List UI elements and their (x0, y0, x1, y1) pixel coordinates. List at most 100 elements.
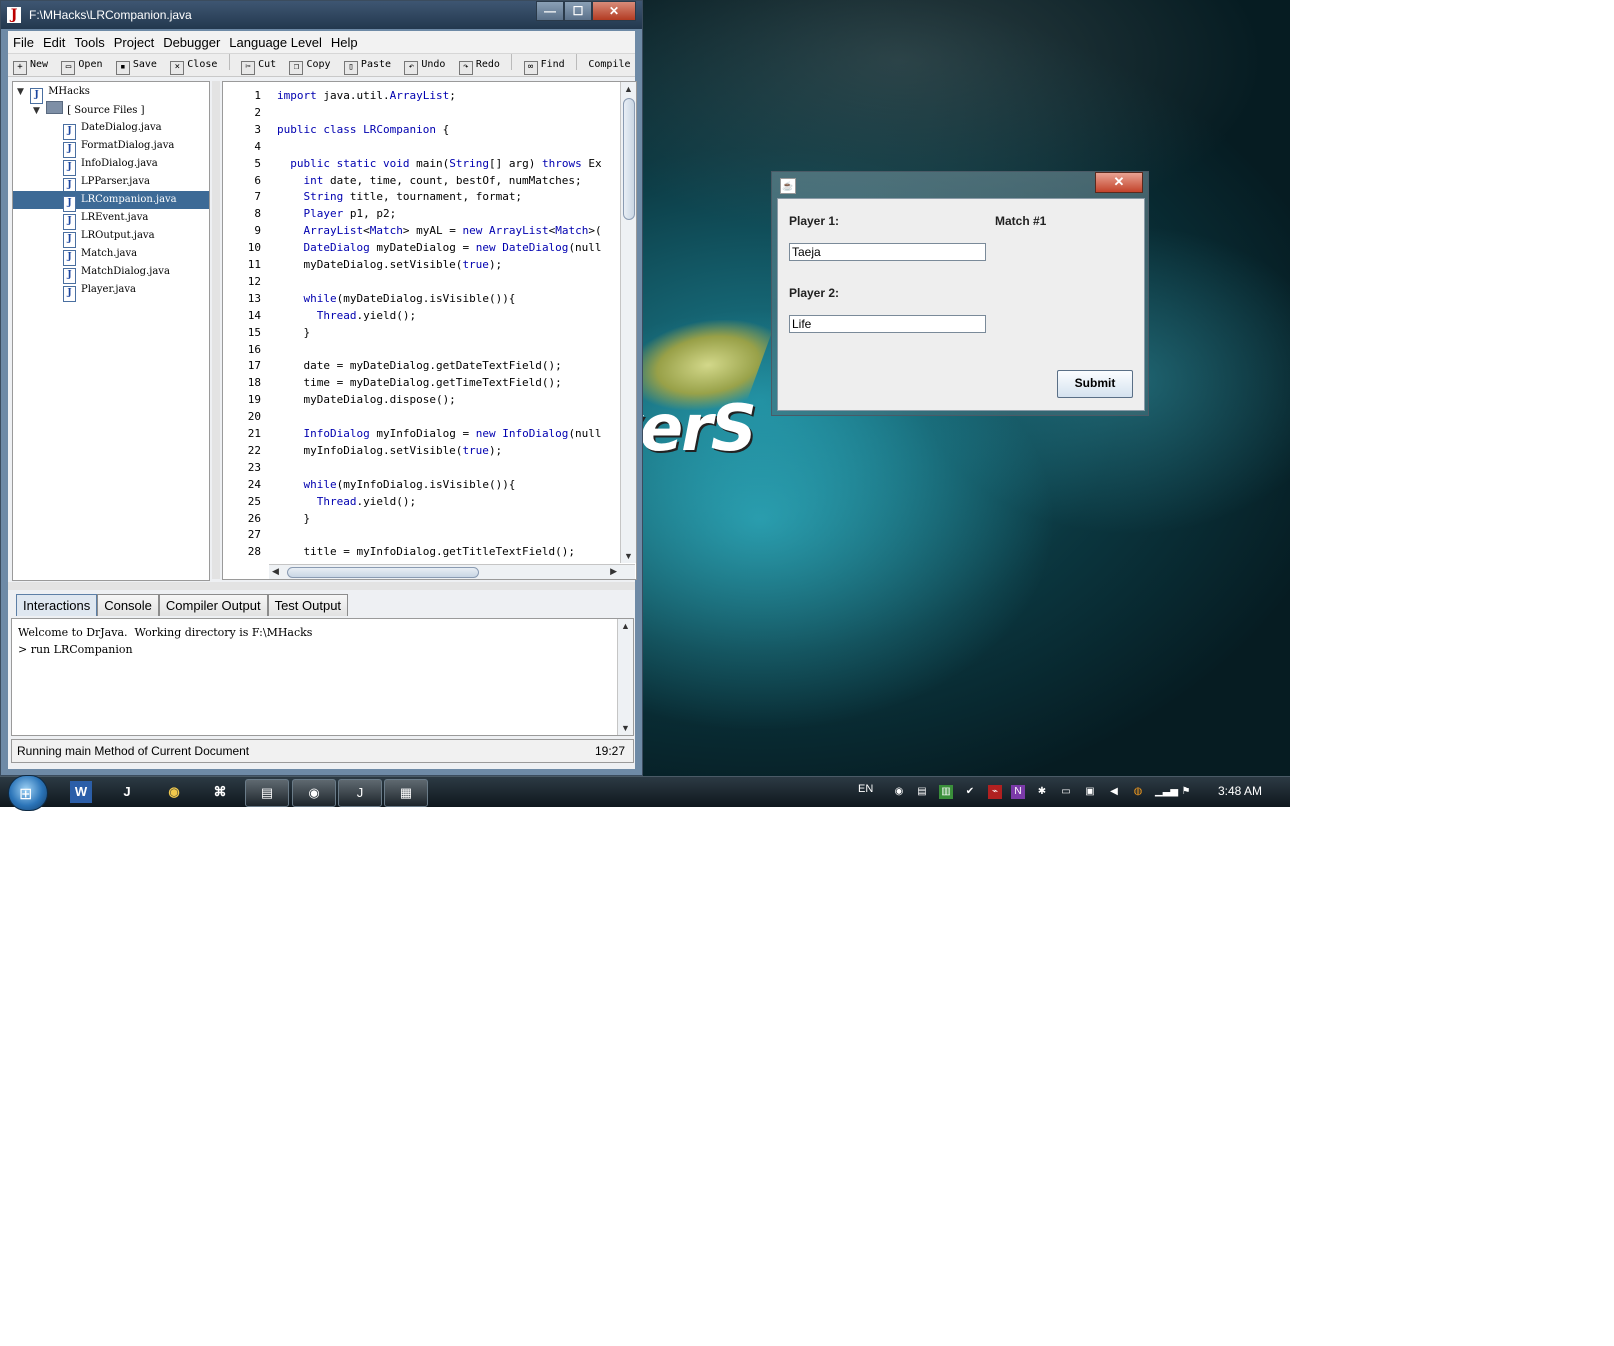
scroll-thumb[interactable] (287, 567, 479, 578)
line-number: 23 (247, 460, 261, 474)
tree-file[interactable]: J DateDialog.java (13, 119, 209, 140)
submit-button[interactable]: Submit (1057, 370, 1133, 398)
paste-button[interactable]: ▯ Paste (339, 55, 396, 75)
cut-button[interactable]: ✂ Cut (236, 55, 281, 75)
tab-test-output[interactable]: Test Output (267, 594, 349, 616)
save-button[interactable]: ▪ Save (111, 55, 162, 75)
action-center-flag-icon[interactable]: ⚑ (1179, 785, 1193, 799)
scroll-right-arrow-icon[interactable]: ▶ (610, 566, 617, 577)
scroll-thumb[interactable] (623, 98, 635, 220)
tree-source-files-folder[interactable]: ▼ [ Source Files ] (13, 101, 209, 119)
project-tree: ▼ J MHacks ▼ [ Source Files ] J DateDialog… (12, 81, 210, 581)
open-button[interactable]: ▭ Open (56, 55, 107, 75)
tree-root-mhacks[interactable]: ▼ J MHacks (13, 83, 209, 104)
monitor-tray-icon[interactable]: ▭ (1059, 785, 1073, 799)
editor-horizontal-scrollbar[interactable]: ◀ ▶ (269, 564, 635, 579)
maximize-button[interactable]: ☐ (564, 1, 592, 21)
menu-language-level[interactable]: Language Level (224, 31, 326, 50)
tree-file[interactable]: J Match.java (13, 245, 209, 266)
taskbar: ⊞ W J ◉ ⌘ ▤ ◉ J ▦ EN ◉ ▤ ▥ ✔ ⌁ N ✱ ▭ ▣ ◀… (0, 775, 1290, 811)
line-number: 21 (247, 427, 261, 440)
undo-button[interactable]: ↶ Undo (399, 55, 450, 75)
tree-file-selected[interactable]: J LRCompanion.java (13, 191, 209, 212)
find-button[interactable]: ∞ Find (519, 55, 570, 75)
start-button[interactable]: ⊞ (8, 775, 48, 811)
horizontal-split-handle[interactable] (8, 582, 635, 590)
acrobat-tray-icon[interactable]: ⌁ (988, 785, 1002, 799)
drjava-window: J F:\MHacks\LRCompanion.java — ☐ ✕ File E… (0, 0, 643, 776)
tree-file[interactable]: J InfoDialog.java (13, 155, 209, 176)
new-button[interactable]: + New (8, 55, 53, 75)
code-text-area[interactable]: import java.util.ArrayList; public class … (277, 82, 621, 563)
editor-vertical-scrollbar[interactable]: ▲ ▼ (620, 82, 636, 563)
onenote-tray-icon[interactable]: N (1011, 785, 1025, 799)
interactions-scrollbar[interactable]: ▲ ▼ (617, 619, 633, 735)
tree-file[interactable]: J MatchDialog.java (13, 263, 209, 284)
chrome-task-button[interactable]: ◉ (292, 779, 336, 807)
code-line: myDateDialog.setVisible(true); (277, 258, 503, 271)
java-app-task-button[interactable]: ▦ (384, 779, 428, 807)
copy-button[interactable]: ❐ Copy (284, 55, 335, 75)
tree-file[interactable]: J LROutput.java (13, 227, 209, 248)
volume-icon[interactable]: ◀ (1107, 785, 1121, 799)
scroll-down-arrow-icon[interactable]: ▼ (624, 551, 633, 561)
expand-arrow-icon[interactable]: ▼ (17, 83, 27, 101)
word-icon[interactable]: W (70, 781, 92, 803)
menu-tools[interactable]: Tools (69, 31, 108, 50)
code-editor[interactable]: 1 2 3 4 5 6 7 8 9 10 11 12 13 14 15 16 17 18 19 20 21 22 23 24 2… (222, 81, 637, 580)
line-number: 19 (247, 393, 261, 407)
tree-file[interactable]: J LREvent.java (13, 209, 209, 230)
vertical-split-handle[interactable] (212, 81, 220, 579)
menu-edit[interactable]: Edit (38, 31, 69, 50)
code-line: public static void main(String[] arg) th… (290, 156, 602, 170)
security-tray-icon[interactable]: ✔ (963, 785, 977, 799)
player2-input[interactable] (789, 315, 986, 333)
dialog-close-button[interactable]: ✕ (1095, 172, 1143, 193)
scroll-left-arrow-icon[interactable]: ◀ (272, 566, 279, 577)
menu-help[interactable]: Help (326, 31, 362, 50)
expand-arrow-icon[interactable]: ▼ (33, 102, 43, 120)
player1-input[interactable] (789, 243, 986, 261)
line-number: 2 (254, 105, 261, 119)
minimize-button[interactable]: — (536, 1, 564, 21)
starcraft-icon[interactable]: ⌘ (209, 781, 231, 803)
device-tray-icon[interactable]: ▣ (1083, 785, 1097, 799)
interactions-pane[interactable]: Welcome to DrJava. Working directory is … (11, 618, 634, 736)
chrome-tray-icon[interactable]: ◉ (892, 785, 906, 799)
scroll-up-arrow-icon[interactable]: ▲ (621, 621, 630, 631)
drjava-task-button[interactable]: J (338, 779, 382, 807)
update-tray-icon[interactable]: ◍ (1131, 785, 1145, 799)
tab-compiler-output[interactable]: Compiler Output (158, 594, 268, 616)
open-folder-icon: ▭ (61, 61, 76, 75)
menu-debugger[interactable]: Debugger (158, 31, 224, 50)
drjava-title-bar[interactable]: J F:\MHacks\LRCompanion.java — ☐ ✕ (1, 1, 642, 29)
line-number: 26 (247, 511, 261, 525)
scroll-up-arrow-icon[interactable]: ▲ (624, 84, 633, 94)
menu-file[interactable]: File (8, 31, 38, 50)
tool-tray-icon[interactable]: ✱ (1035, 785, 1049, 799)
redo-button[interactable]: ↷ Redo (454, 55, 505, 75)
scroll-down-arrow-icon[interactable]: ▼ (621, 723, 630, 733)
interactions-line: Welcome to DrJava. Working directory is … (18, 626, 313, 639)
tab-console[interactable]: Console (97, 594, 159, 616)
tree-file[interactable]: J LPParser.java (13, 173, 209, 194)
dialog-title-bar[interactable]: ☕ ✕ (772, 172, 1148, 196)
line-number: 6 (254, 173, 261, 187)
close-window-button[interactable]: ✕ (592, 1, 636, 21)
clock[interactable]: 3:48 AM (1218, 784, 1262, 798)
tree-file[interactable]: J FormatDialog.java (13, 137, 209, 158)
menu-project[interactable]: Project (109, 31, 158, 50)
compile-project-button[interactable]: Compile Project (583, 55, 635, 70)
chrome-icon[interactable]: ◉ (163, 781, 185, 803)
signal-icon[interactable]: ▁▃▅ (1155, 785, 1178, 799)
drjava-pinned-icon[interactable]: J (116, 781, 138, 803)
toolbar-separator (228, 54, 230, 70)
tree-file[interactable]: J Player.java (13, 281, 209, 302)
explorer-task-button[interactable]: ▤ (245, 779, 289, 807)
chart-tray-icon[interactable]: ▥ (939, 785, 953, 799)
tab-interactions[interactable]: Interactions (16, 594, 98, 616)
close-file-button[interactable]: × Close (165, 55, 222, 75)
language-indicator[interactable]: EN (858, 783, 873, 795)
line-number: 9 (254, 224, 261, 238)
document-tray-icon[interactable]: ▤ (915, 785, 929, 799)
